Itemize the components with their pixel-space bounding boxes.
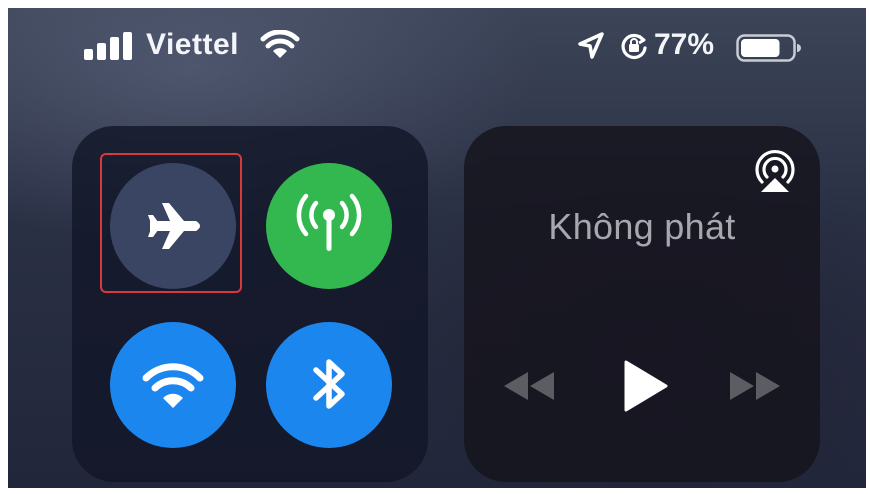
carrier-name: Viettel — [146, 28, 239, 61]
airplane-mode-toggle[interactable] — [110, 163, 236, 289]
status-bar: Viettel 77% — [8, 8, 866, 78]
rewind-icon[interactable] — [498, 358, 558, 414]
airplay-audio-icon[interactable] — [752, 148, 798, 194]
wifi-icon — [142, 363, 204, 408]
battery-percentage: 77% — [654, 28, 715, 61]
cellular-signal-icon — [84, 32, 132, 60]
cellular-data-icon — [296, 193, 362, 251]
control-center-screen: Viettel 77% Không phát — [8, 8, 866, 488]
cellular-data-toggle[interactable] — [266, 163, 392, 289]
now-playing-label: Không phát — [548, 206, 736, 247]
wifi-toggle[interactable] — [110, 322, 236, 448]
bluetooth-icon — [313, 359, 345, 409]
airplane-icon — [148, 203, 200, 249]
orientation-lock-icon — [621, 33, 647, 60]
bluetooth-toggle[interactable] — [266, 322, 392, 448]
connectivity-panel — [72, 126, 428, 482]
location-arrow-icon — [578, 32, 604, 59]
wifi-icon — [260, 30, 300, 58]
fast-forward-icon[interactable] — [726, 358, 786, 414]
play-icon[interactable] — [616, 358, 672, 414]
now-playing-panel: Không phát — [464, 126, 820, 482]
battery-icon — [736, 34, 801, 62]
